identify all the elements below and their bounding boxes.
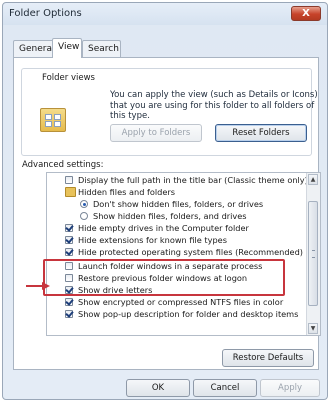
vertical-scrollbar[interactable]: ▲ ▼ [306,173,320,335]
folder-views-group: Folder views You can apply the view (suc… [21,68,318,156]
checkbox[interactable] [65,224,73,232]
title-bar: Folder Options X [3,3,327,23]
folder-icon [65,187,76,197]
scroll-down-icon[interactable]: ▼ [308,323,318,334]
close-icon: X [302,8,310,19]
advanced-settings-label: Advanced settings: [22,160,104,170]
checkbox[interactable] [65,176,73,184]
ok-button[interactable]: OK [126,379,190,397]
checkbox[interactable] [65,236,73,244]
folder-options-window: Folder Options X General View Search Fol… [2,2,328,400]
highlight-box [43,259,285,296]
apply-to-folders-button[interactable]: Apply to Folders [110,124,202,142]
list-item-label: Hide empty drives in the Computer folder [78,223,249,233]
list-item-label: Don't show hidden files, folders, or dri… [93,199,264,209]
folder-views-description: You can apply the view (such as Details … [110,90,318,121]
radio-button[interactable] [80,212,88,220]
pointer-arrow-icon [26,282,50,290]
list-item-label: Hide protected operating system files (R… [78,247,303,257]
list-item-label: Show encrypted or compressed NTFS files … [78,297,284,307]
view-tab-panel: Folder views You can apply the view (suc… [13,57,321,370]
scroll-up-icon[interactable]: ▲ [308,174,318,185]
reset-folders-button[interactable]: Reset Folders [215,124,307,142]
close-button[interactable]: X [291,6,321,21]
tab-search[interactable]: Search [82,40,121,57]
list-item-label: Hidden files and folders [78,187,176,197]
list-item-label: Display the full path in the title bar (… [78,175,308,185]
restore-defaults-label: Restore Defaults [232,353,304,363]
list-item-label: Show pop-up description for folder and d… [78,309,299,319]
advanced-settings-list[interactable]: Display the full path in the title bar (… [46,172,321,336]
radio-button[interactable] [80,200,88,208]
window-title: Folder Options [9,8,82,19]
apply-button[interactable]: Apply [260,379,320,397]
cancel-button[interactable]: Cancel [193,379,257,397]
checkbox[interactable] [65,248,73,256]
list-item-label: Hide extensions for known file types [78,235,227,245]
folder-views-icon [40,108,66,132]
checkbox[interactable] [65,298,73,306]
scroll-thumb[interactable] [308,201,318,306]
checkbox[interactable] [65,310,73,318]
list-item-label: Show hidden files, folders, and drives [93,211,247,221]
tab-general[interactable]: General [13,40,54,57]
restore-defaults-button[interactable]: Restore Defaults [222,349,314,367]
folder-views-title: Folder views [40,73,97,83]
tab-view[interactable]: View [52,38,82,58]
